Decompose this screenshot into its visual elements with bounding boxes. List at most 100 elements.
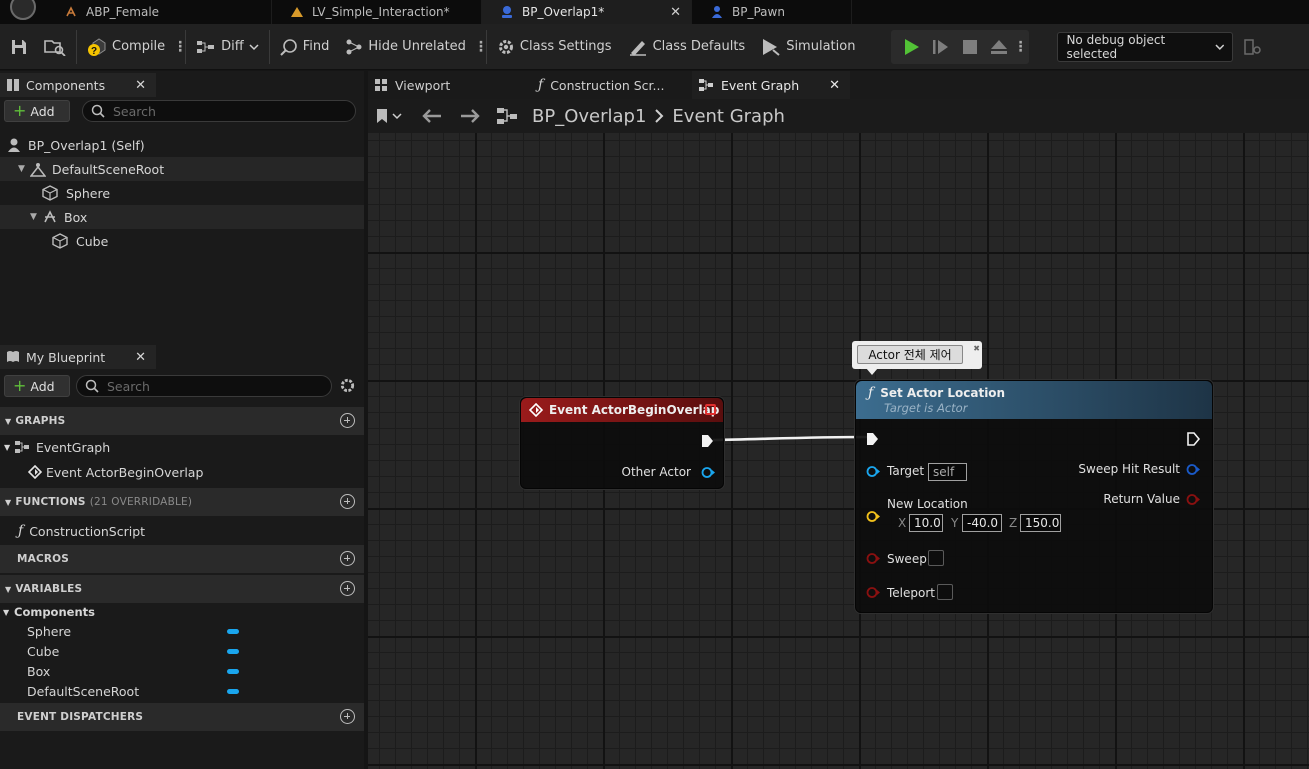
sweep-checkbox[interactable] (928, 550, 944, 566)
location-z-input[interactable]: 150.0 (1020, 514, 1061, 532)
search-placeholder: Search (107, 378, 150, 394)
graph-icon (15, 441, 29, 453)
graph-breadcrumb-bar: BP_Overlap1 Event Graph (368, 99, 1309, 133)
close-panel-icon[interactable]: ✕ (135, 78, 146, 93)
close-tab-icon[interactable]: ✕ (829, 78, 840, 93)
play-options-icon[interactable]: ⋮ (1013, 39, 1027, 55)
simulation-button[interactable]: Simulation (753, 24, 863, 70)
step-button[interactable] (926, 30, 955, 64)
doc-tab-bp-overlap1[interactable]: BP_Overlap1* ✕ (482, 0, 692, 24)
my-blueprint-tab[interactable]: My Blueprint ✕ (0, 343, 156, 369)
struct-pin-icon[interactable] (1186, 463, 1200, 476)
exec-out-pin-icon[interactable] (1187, 432, 1200, 446)
close-panel-icon[interactable]: ✕ (135, 350, 146, 365)
eject-button[interactable] (984, 30, 1013, 64)
function-item-construction-script[interactable]: ƒ ConstructionScript (0, 519, 364, 543)
location-x-input[interactable]: 10.0 (909, 514, 943, 532)
debug-object-select[interactable]: No debug object selected (1057, 31, 1234, 62)
variable-default-scene-root[interactable]: DefaultSceneRoot (0, 681, 364, 701)
functions-section-header[interactable]: ▼ FUNCTIONS (21 OVERRIDABLE) (0, 488, 364, 516)
diff-button[interactable]: Diff (188, 24, 267, 70)
variable-box[interactable]: Box (0, 661, 364, 681)
function-icon: ƒ (538, 77, 544, 93)
component-cube[interactable]: Cube (0, 229, 364, 253)
play-button[interactable] (897, 30, 926, 64)
bookmark-button[interactable] (376, 108, 402, 124)
component-default-scene-root[interactable]: ▼ DefaultSceneRoot (0, 157, 364, 181)
graph-icon (497, 108, 517, 124)
components-title: Components (26, 77, 106, 93)
settings-gear-icon[interactable] (339, 377, 356, 394)
forward-arrow-icon[interactable] (460, 108, 480, 124)
class-defaults-button[interactable]: Class Defaults (620, 24, 754, 70)
tab-viewport[interactable]: Viewport (368, 71, 528, 99)
doc-tab-abp-female[interactable]: ABP_Female (46, 0, 272, 24)
macros-section-header[interactable]: MACROS (0, 545, 364, 573)
components-tab[interactable]: Components ✕ (0, 71, 156, 97)
target-value[interactable]: self (928, 463, 967, 481)
add-dispatcher-icon[interactable] (340, 709, 355, 724)
variable-category-components[interactable]: ▼ Components (0, 601, 364, 623)
set-actor-location-node[interactable]: ƒ Set Actor Location Target is Actor Tar… (855, 380, 1213, 613)
vector-pin-icon[interactable] (866, 510, 880, 523)
object-pin-icon[interactable] (701, 466, 715, 479)
pawn-icon (8, 138, 20, 152)
expand-arrow-icon[interactable]: ▼ (3, 608, 14, 617)
compile-options-icon[interactable]: ⋮ (173, 39, 187, 55)
event-actor-begin-overlap-node[interactable]: Event ActorBeginOverlap Other Actor (520, 397, 724, 489)
component-sphere[interactable]: Sphere (0, 181, 364, 205)
chevron-down-icon (249, 43, 259, 50)
expand-arrow-icon[interactable]: ▼ (30, 212, 42, 222)
doc-tab-level[interactable]: LV_Simple_Interaction* (272, 0, 482, 24)
variable-cube[interactable]: Cube (0, 641, 364, 661)
doc-tab-bp-pawn[interactable]: BP_Pawn (692, 0, 852, 24)
debug-browse-button[interactable] (1233, 24, 1271, 70)
delegate-pin-icon[interactable] (705, 404, 716, 415)
tab-construction-script[interactable]: ƒ Construction Scr... (532, 71, 690, 99)
close-tab-icon[interactable]: ✕ (670, 5, 681, 20)
exec-in-pin-icon[interactable] (866, 432, 879, 446)
teleport-checkbox[interactable] (937, 584, 953, 600)
variable-sphere[interactable]: Sphere (0, 621, 364, 641)
tab-event-graph[interactable]: Event Graph ✕ (692, 71, 850, 99)
save-button[interactable] (0, 24, 36, 70)
component-self[interactable]: BP_Overlap1 (Self) (0, 133, 364, 157)
find-options-icon[interactable]: ⋮ (474, 39, 488, 55)
pin-comment-icon[interactable]: ✖ (973, 344, 980, 353)
bool-pin-icon[interactable] (866, 552, 880, 565)
expand-arrow-icon[interactable]: ▼ (4, 443, 14, 452)
browse-button[interactable] (36, 24, 74, 70)
my-blueprint-search-input[interactable]: Search (76, 375, 332, 397)
bool-pin-icon[interactable] (1186, 493, 1200, 506)
stop-button[interactable] (955, 30, 984, 64)
comment-bubble[interactable]: Actor 전체 제어 ✖ (852, 341, 982, 375)
component-box[interactable]: ▼ Box (0, 205, 364, 229)
left-panels: Components ✕ + Add Search BP_Overlap1 (Se… (0, 71, 364, 769)
components-add-button[interactable]: + Add (4, 100, 70, 122)
variable-label: Sphere (27, 623, 72, 639)
location-y-input[interactable]: -40.0 (962, 514, 1002, 532)
components-search-input[interactable]: Search (82, 100, 356, 122)
event-dispatchers-section-header[interactable]: EVENT DISPATCHERS (0, 703, 364, 731)
variables-section-header[interactable]: ▼ VARIABLES (0, 575, 364, 603)
graphs-section-header[interactable]: ▼ GRAPHS (0, 407, 364, 435)
expand-arrow-icon[interactable]: ▼ (18, 164, 30, 174)
bool-pin-icon[interactable] (866, 586, 880, 599)
my-blueprint-add-button[interactable]: + Add (4, 375, 70, 397)
add-macro-icon[interactable] (340, 551, 355, 566)
find-button[interactable]: Find (272, 24, 338, 70)
unreal-logo-icon[interactable] (0, 0, 46, 24)
exec-out-pin-icon[interactable] (701, 434, 714, 448)
graph-item-eventgraph[interactable]: ▼ EventGraph (0, 435, 364, 459)
add-label: Add (30, 103, 55, 119)
event-item[interactable]: Event ActorBeginOverlap (0, 460, 364, 484)
class-settings-button[interactable]: Class Settings (489, 24, 620, 70)
add-variable-icon[interactable] (340, 581, 355, 596)
breadcrumb-root[interactable]: BP_Overlap1 (532, 106, 646, 127)
hide-unrelated-button[interactable]: Hide Unrelated (337, 24, 474, 70)
compile-button[interactable]: ? Compile (79, 24, 173, 70)
add-graph-icon[interactable] (340, 413, 355, 428)
back-arrow-icon[interactable] (422, 108, 442, 124)
object-pin-icon[interactable] (866, 465, 880, 478)
add-function-icon[interactable] (340, 494, 355, 509)
